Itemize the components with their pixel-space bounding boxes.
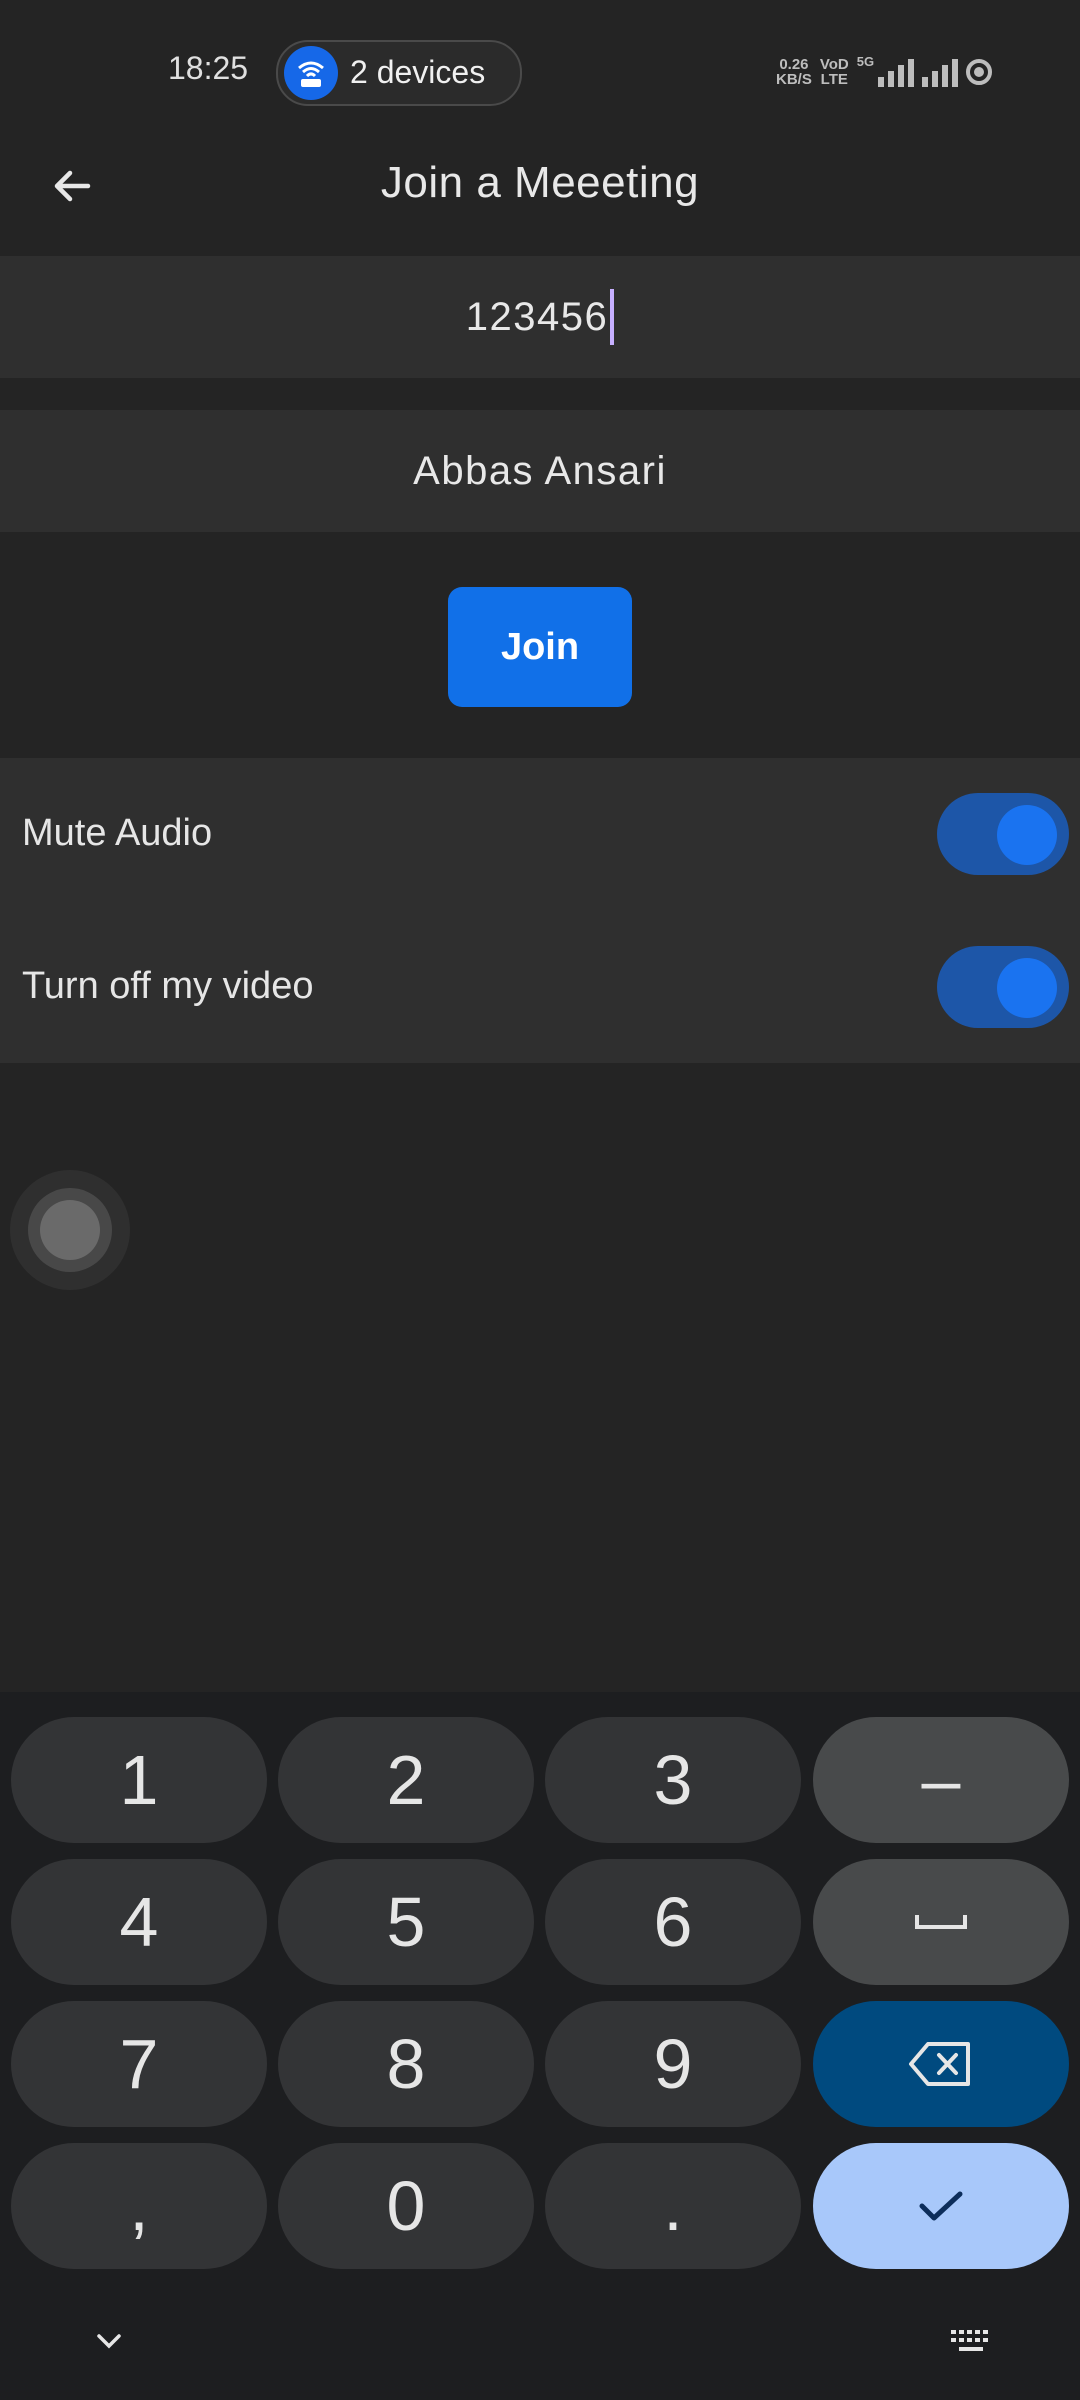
page-title: Join a Meeeting bbox=[380, 158, 700, 207]
key-7[interactable]: 7 bbox=[11, 2001, 267, 2127]
chevron-down-icon bbox=[97, 2334, 121, 2349]
signal-icon-sim2 bbox=[922, 57, 959, 87]
hide-keyboard-button[interactable] bbox=[94, 2326, 124, 2356]
meeting-id-field[interactable]: 123456 bbox=[0, 256, 1080, 378]
key-period[interactable]: . bbox=[545, 2143, 801, 2269]
keyboard-icon bbox=[951, 2330, 988, 2351]
toggle-knob bbox=[997, 958, 1057, 1018]
hotspot-pill[interactable]: 2 devices bbox=[276, 40, 522, 106]
join-button[interactable]: Join bbox=[448, 587, 632, 707]
status-time: 18:25 bbox=[168, 50, 249, 86]
network-type: 5G bbox=[856, 54, 875, 69]
meeting-options-panel: Mute Audio Turn off my video bbox=[0, 758, 1080, 1063]
key-space[interactable] bbox=[813, 1859, 1069, 1985]
network-speed: 0.26 KB/S bbox=[776, 56, 812, 88]
signal-icon bbox=[878, 57, 915, 87]
key-0[interactable]: 0 bbox=[278, 2143, 534, 2269]
numeric-keyboard: 1 2 3 – 4 5 6 7 8 9 , 0 . bbox=[0, 1692, 1080, 2400]
volte-indicator: VoD LTE bbox=[819, 56, 849, 88]
toggle-knob bbox=[997, 805, 1057, 865]
key-6[interactable]: 6 bbox=[545, 1859, 801, 1985]
key-backspace[interactable] bbox=[813, 2001, 1069, 2127]
key-3[interactable]: 3 bbox=[545, 1717, 801, 1843]
display-name-field[interactable]: Abbas Ansari bbox=[0, 410, 1080, 532]
hotspot-devices-label: 2 devices bbox=[350, 54, 486, 90]
status-icons: 0.26 KB/S VoD LTE 5G bbox=[776, 54, 993, 90]
key-done[interactable] bbox=[813, 2143, 1069, 2269]
key-4[interactable]: 4 bbox=[11, 1859, 267, 1985]
key-comma[interactable]: , bbox=[11, 2143, 267, 2269]
key-2[interactable]: 2 bbox=[278, 1717, 534, 1843]
text-cursor bbox=[610, 289, 615, 345]
key-9[interactable]: 9 bbox=[545, 2001, 801, 2127]
mute-audio-label: Mute Audio bbox=[22, 812, 213, 854]
status-bar: 18:25 2 devices 0.26 KB/S VoD LTE 5G bbox=[0, 0, 1080, 140]
video-off-label: Turn off my video bbox=[22, 965, 314, 1007]
space-bar-icon bbox=[915, 1915, 967, 1929]
switch-keyboard-button[interactable] bbox=[948, 2326, 994, 2356]
key-8[interactable]: 8 bbox=[278, 2001, 534, 2127]
video-off-toggle[interactable] bbox=[937, 946, 1069, 1028]
assistive-touch-button[interactable] bbox=[10, 1170, 130, 1290]
meeting-id-value: 123456 bbox=[465, 294, 609, 339]
hotspot-router-icon bbox=[284, 46, 338, 100]
key-1[interactable]: 1 bbox=[11, 1717, 267, 1843]
backspace-icon bbox=[909, 2042, 970, 2086]
display-name-value: Abbas Ansari bbox=[413, 448, 667, 493]
checkmark-icon bbox=[919, 2191, 963, 2221]
key-5[interactable]: 5 bbox=[278, 1859, 534, 1985]
battery-icon bbox=[966, 59, 993, 85]
key-dash[interactable]: – bbox=[813, 1717, 1069, 1843]
mute-audio-toggle[interactable] bbox=[937, 793, 1069, 875]
